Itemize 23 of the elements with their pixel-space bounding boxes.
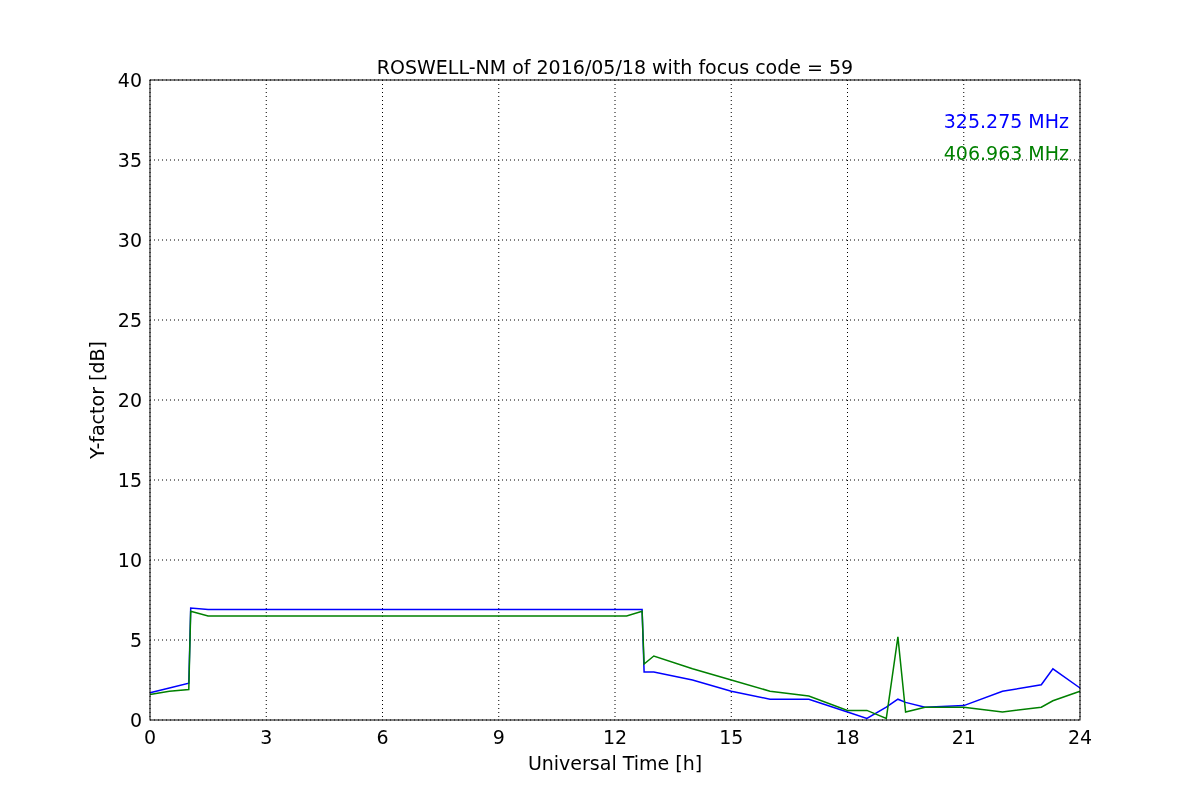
y-tick-label: 20 [117, 389, 142, 411]
x-tick-label: 9 [492, 726, 505, 748]
y-tick-label: 0 [129, 709, 142, 731]
y-tick-label: 25 [117, 309, 142, 331]
x-tick-label: 18 [835, 726, 860, 748]
y-tick-label: 30 [117, 229, 142, 251]
x-tick-label: 24 [1067, 726, 1093, 748]
x-tick-label: 3 [260, 726, 273, 748]
y-tick-label: 5 [129, 629, 142, 651]
x-tick-label: 15 [719, 726, 744, 748]
x-axis-label: Universal Time [h] [527, 752, 703, 774]
x-tick-label: 6 [376, 726, 389, 748]
x-tick-label: 0 [143, 726, 157, 748]
y-tick-label: 40 [117, 69, 142, 91]
legend-label: 406.963 MHz [943, 142, 1069, 164]
y-tick-label: 35 [117, 149, 142, 171]
x-tick-label: 12 [602, 726, 628, 748]
y-axis-label: Y-factor [dB] [86, 341, 108, 459]
y-tick-label: 10 [117, 549, 142, 571]
x-tick-label: 21 [951, 726, 976, 748]
y-tick-label: 15 [117, 469, 142, 491]
legend-label: 325.275 MHz [943, 110, 1069, 132]
chart-title: ROSWELL-NM of 2016/05/18 with focus code = 59 [376, 56, 854, 78]
